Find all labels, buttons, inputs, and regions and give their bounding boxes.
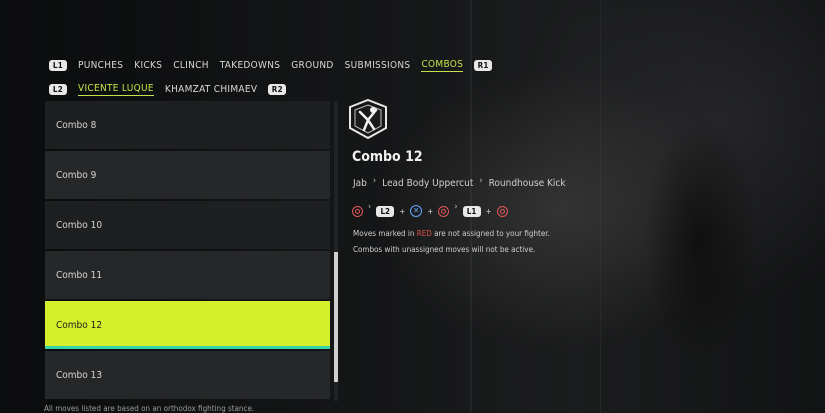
combo-title: Combo 12 bbox=[352, 149, 423, 165]
l1-input-badge: L1 bbox=[462, 205, 481, 217]
tab-submissions[interactable]: SUBMISSIONS bbox=[345, 60, 411, 71]
note-text: are not assigned to your fighter. bbox=[431, 229, 550, 238]
chevron-right-icon: › bbox=[368, 202, 372, 212]
cage-bar bbox=[600, 0, 601, 413]
combo-list: Combo 8 Combo 9 Combo 10 Combo 11 Combo … bbox=[45, 101, 330, 401]
plus-sign: + bbox=[427, 206, 434, 216]
l2-button-badge[interactable]: L2 bbox=[49, 83, 67, 95]
circle-button-icon bbox=[438, 205, 450, 217]
category-tabs: L1 PUNCHES KICKS CLINCH TAKEDOWNS GROUND… bbox=[49, 58, 493, 72]
move-jab: Jab bbox=[353, 178, 367, 189]
cross-button-icon: ✕ bbox=[410, 205, 423, 217]
move-roundhouse-kick: Roundhouse Kick bbox=[488, 178, 566, 189]
fighter-tab-khamzat-chimaev[interactable]: KHAMZAT CHIMAEV bbox=[165, 84, 257, 95]
list-item[interactable]: Combo 10 bbox=[45, 201, 330, 249]
chevron-right-icon: › bbox=[454, 202, 458, 212]
l1-button-badge[interactable]: L1 bbox=[49, 59, 67, 71]
tab-takedowns[interactable]: TAKEDOWNS bbox=[220, 60, 281, 71]
list-item[interactable]: Combo 8 bbox=[45, 101, 330, 149]
tab-punches[interactable]: PUNCHES bbox=[78, 60, 123, 71]
plus-sign: + bbox=[399, 206, 406, 216]
move-lead-body-uppercut: Lead Body Uppercut bbox=[382, 178, 474, 189]
list-item[interactable]: Combo 13 bbox=[45, 351, 330, 399]
fighter-tab-vicente-luque[interactable]: VICENTE LUQUE bbox=[78, 83, 154, 96]
fighter-silhouette bbox=[600, 70, 800, 400]
fighter-emblem-icon bbox=[349, 98, 387, 140]
note-red-word: RED bbox=[416, 229, 432, 238]
r1-button-badge[interactable]: R1 bbox=[474, 59, 493, 71]
circle-button-icon bbox=[352, 205, 363, 217]
list-item[interactable]: Combo 11 bbox=[45, 251, 330, 299]
tab-combos[interactable]: COMBOS bbox=[421, 59, 464, 72]
list-item[interactable]: Combo 9 bbox=[45, 151, 330, 199]
scrollbar-thumb[interactable] bbox=[334, 252, 338, 382]
button-input-sequence: › L2 + ✕ + › L1 + bbox=[352, 202, 508, 217]
circle-button-icon bbox=[496, 205, 508, 217]
stance-note: All moves listed are based on an orthodo… bbox=[44, 404, 255, 413]
tab-ground[interactable]: GROUND bbox=[291, 60, 333, 71]
inactive-combos-note: Combos with unassigned moves will not be… bbox=[353, 245, 536, 254]
l2-input-badge: L2 bbox=[376, 205, 395, 217]
plus-sign: + bbox=[485, 206, 492, 216]
tab-clinch[interactable]: CLINCH bbox=[173, 60, 209, 71]
note-text: Moves marked in bbox=[353, 229, 417, 238]
fighter-tabs: L2 VICENTE LUQUE KHAMZAT CHIMAEV R2 bbox=[49, 82, 287, 96]
unassigned-moves-note: Moves marked in RED are not assigned to … bbox=[353, 229, 550, 238]
list-item-selected[interactable]: Combo 12 bbox=[45, 301, 330, 349]
chevron-right-icon: › bbox=[372, 175, 377, 186]
chevron-right-icon: › bbox=[479, 175, 483, 186]
tab-kicks[interactable]: KICKS bbox=[134, 60, 162, 71]
move-chain: Jab › Lead Body Uppercut › Roundhouse Ki… bbox=[353, 175, 566, 190]
r2-button-badge[interactable]: R2 bbox=[268, 83, 287, 95]
